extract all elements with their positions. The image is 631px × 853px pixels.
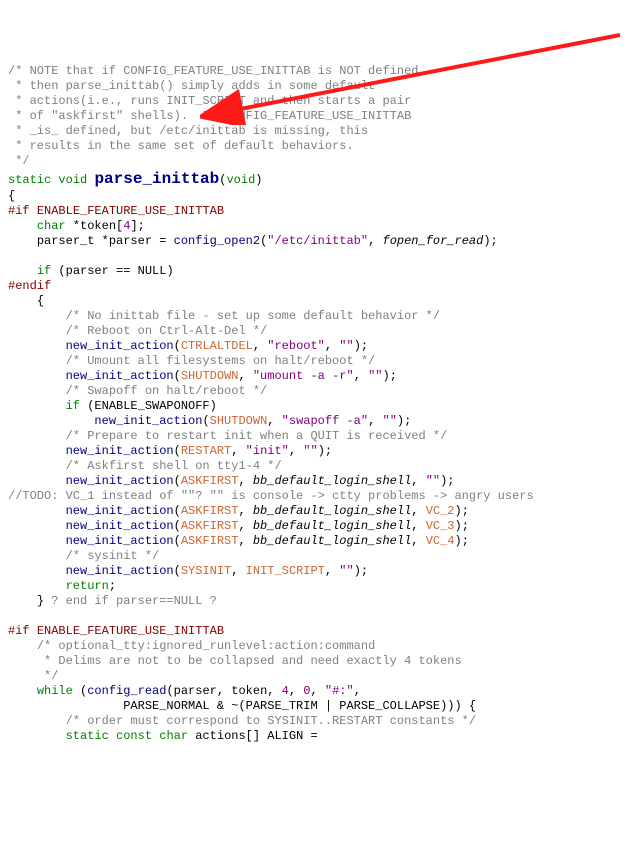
preproc-if: #if	[8, 204, 30, 218]
kw-void: void	[58, 173, 87, 187]
comment-line: * _is_ defined, but /etc/inittab is miss…	[8, 124, 368, 138]
comment-line: /* NOTE that if CONFIG_FEATURE_USE_INITT…	[8, 64, 426, 78]
preproc-if: #if	[8, 624, 30, 638]
comment-line: * then parse_inittab() simply adds in so…	[8, 79, 375, 93]
comment-line: */	[8, 154, 30, 168]
preproc-endif: #endif	[8, 279, 51, 293]
brace-open: {	[8, 189, 15, 203]
kw-static: static	[8, 173, 51, 187]
code-block: /* NOTE that if CONFIG_FEATURE_USE_INITT…	[8, 64, 623, 744]
comment-line: * of "askfirst" shells). If CONFIG_FEATU…	[8, 109, 411, 123]
comment-line: * results in the same set of default beh…	[8, 139, 354, 153]
comment-line: * actions(i.e., runs INIT_SCRIPT and the…	[8, 94, 411, 108]
func-parse-inittab: parse_inittab	[94, 170, 219, 188]
